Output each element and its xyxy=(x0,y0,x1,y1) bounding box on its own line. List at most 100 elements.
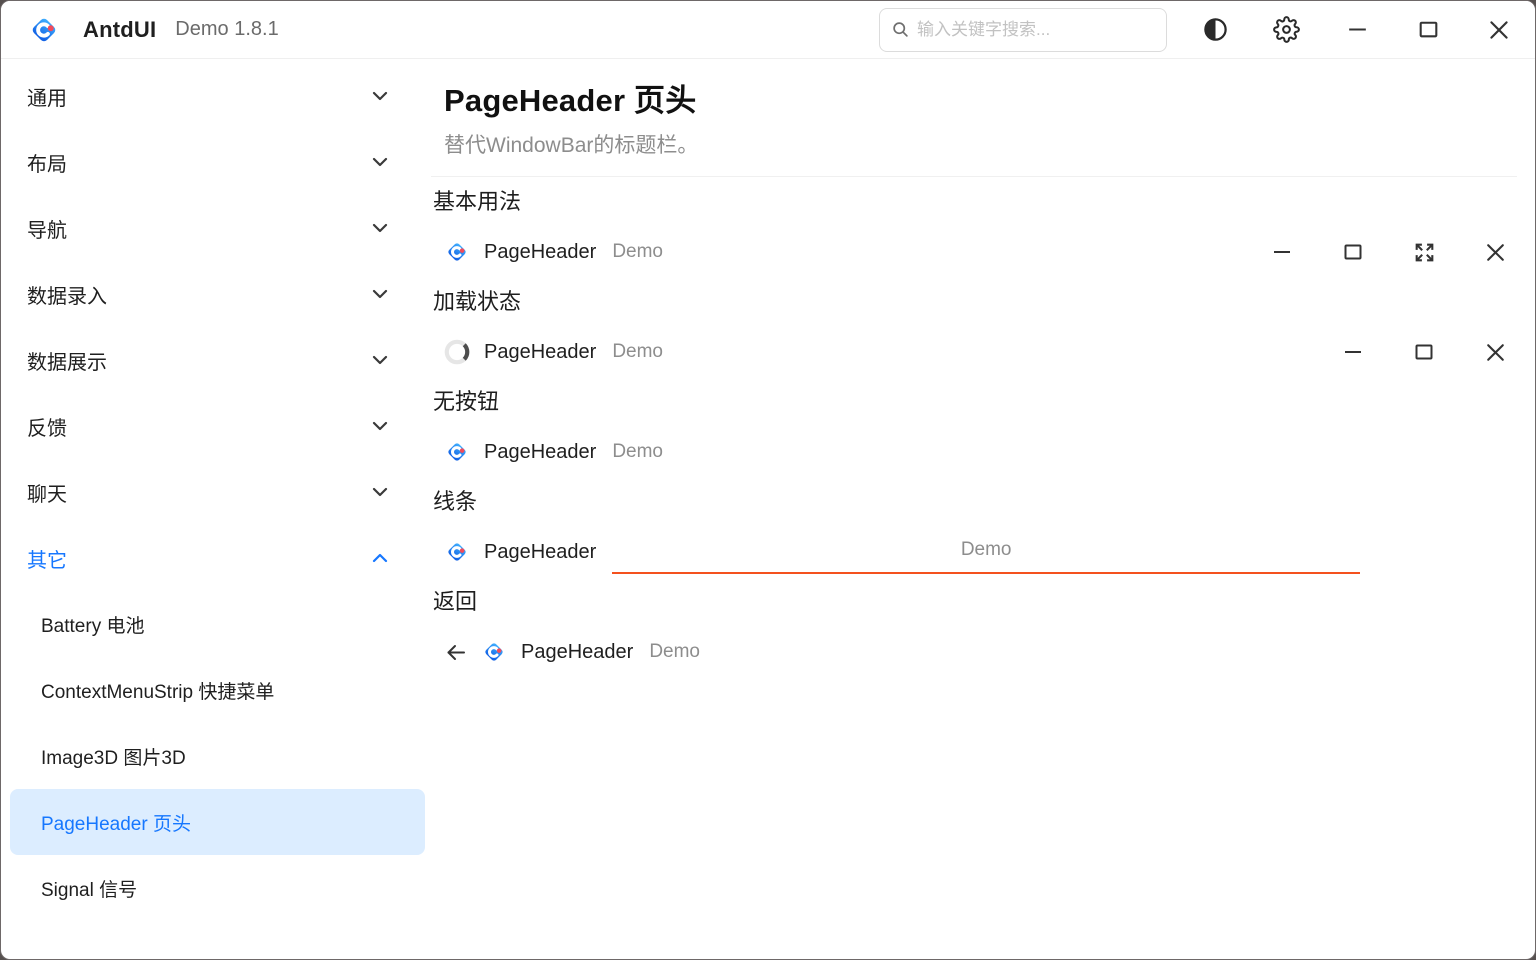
section-heading-basic: 基本用法 xyxy=(431,177,1517,227)
titlebar: AntdUI Demo 1.8.1 xyxy=(1,1,1535,59)
sidebar-group-label: 导航 xyxy=(27,214,369,243)
section-heading-back: 返回 xyxy=(431,577,1517,627)
contrast-icon xyxy=(1202,16,1229,43)
sidebar-group-data-display[interactable]: 数据展示 xyxy=(1,327,431,393)
demo-title: PageHeader xyxy=(484,241,596,264)
pageheader-demo-basic: PageHeader Demo xyxy=(431,227,1517,277)
titlebar-buttons xyxy=(1193,8,1521,52)
demo-subtext: Demo xyxy=(612,341,663,363)
sidebar-group-other[interactable]: 其它 xyxy=(1,525,431,591)
page-subtitle: 替代WindowBar的标题栏。 xyxy=(444,129,1517,159)
pageheader-demo-back: PageHeader Demo xyxy=(431,627,1517,677)
section-heading-line: 线条 xyxy=(431,477,1517,527)
chevron-down-icon xyxy=(369,85,391,107)
section-heading-loading: 加载状态 xyxy=(431,277,1517,327)
demo-underline: Demo xyxy=(612,527,1360,574)
window-close-button[interactable] xyxy=(1477,8,1521,52)
search-input[interactable] xyxy=(917,20,1154,40)
window-minimize-button[interactable] xyxy=(1335,8,1379,52)
pageheader-demo-loading: PageHeader Demo xyxy=(431,327,1517,377)
chevron-down-icon xyxy=(369,151,391,173)
maximize-icon xyxy=(1416,17,1441,42)
sidebar-item-label: Battery 电池 xyxy=(41,611,144,638)
demo-fullscreen-button[interactable] xyxy=(1402,230,1446,274)
fullscreen-icon xyxy=(1412,240,1437,265)
page-title: PageHeader 页头 xyxy=(444,75,1517,120)
sidebar-group-label: 数据录入 xyxy=(27,280,369,309)
app-version: Demo 1.8.1 xyxy=(175,18,278,41)
demo-logo-icon xyxy=(444,539,470,565)
sidebar-group-chat[interactable]: 聊天 xyxy=(1,459,431,525)
gear-icon xyxy=(1273,16,1300,43)
back-arrow-icon xyxy=(444,640,468,665)
minimize-icon xyxy=(1270,240,1294,264)
demo-subtext: Demo xyxy=(649,641,700,663)
sidebar-item-contextmenustrip[interactable]: ContextMenuStrip 快捷菜单 xyxy=(1,657,431,723)
sidebar-group-data-entry[interactable]: 数据录入 xyxy=(1,261,431,327)
demo-window-buttons xyxy=(1260,230,1517,274)
demo-logo-icon xyxy=(481,639,507,665)
sidebar-group-label: 其它 xyxy=(27,544,369,573)
chevron-down-icon xyxy=(369,217,391,239)
demo-subtext: Demo xyxy=(612,441,663,463)
content-panel: PageHeader 页头 替代WindowBar的标题栏。 基本用法 Page… xyxy=(431,59,1535,959)
sidebar-group-navigation[interactable]: 导航 xyxy=(1,195,431,261)
demo-subtext: Demo xyxy=(612,241,663,263)
minimize-icon xyxy=(1341,340,1365,364)
main-layout: 通用 布局 导航 数据录入 数据展示 反馈 xyxy=(1,59,1535,959)
demo-close-button[interactable] xyxy=(1473,230,1517,274)
maximize-icon xyxy=(1341,240,1365,264)
close-icon xyxy=(1486,17,1512,43)
chevron-down-icon xyxy=(369,481,391,503)
demo-logo-icon xyxy=(444,239,470,265)
demo-logo-icon xyxy=(444,439,470,465)
chevron-down-icon xyxy=(369,415,391,437)
demo-subtext: Demo xyxy=(961,539,1012,561)
chevron-down-icon xyxy=(369,349,391,371)
settings-button[interactable] xyxy=(1264,8,1308,52)
maximize-icon xyxy=(1412,340,1436,364)
demo-maximize-button[interactable] xyxy=(1331,230,1375,274)
demo-back-button[interactable] xyxy=(444,640,468,664)
demo-title: PageHeader xyxy=(484,341,596,364)
theme-toggle-button[interactable] xyxy=(1193,8,1237,52)
demo-title: PageHeader xyxy=(521,641,633,664)
pageheader-demo-nobuttons: PageHeader Demo xyxy=(431,427,1517,477)
section-heading-nobuttons: 无按钮 xyxy=(431,377,1517,427)
search-box[interactable] xyxy=(879,8,1167,52)
app-logo-icon xyxy=(27,13,61,47)
sidebar-item-label: Signal 信号 xyxy=(41,875,137,902)
sidebar-item-image3d[interactable]: Image3D 图片3D xyxy=(1,723,431,789)
demo-minimize-button[interactable] xyxy=(1260,230,1304,274)
sidebar-group-general[interactable]: 通用 xyxy=(1,63,431,129)
app-window: AntdUI Demo 1.8.1 xyxy=(0,0,1536,960)
sidebar-group-label: 数据展示 xyxy=(27,346,369,375)
demo-maximize-button[interactable] xyxy=(1402,330,1446,374)
chevron-up-icon xyxy=(369,547,391,569)
sidebar-group-feedback[interactable]: 反馈 xyxy=(1,393,431,459)
demo-window-buttons xyxy=(1331,330,1517,374)
sidebar-item-label: Image3D 图片3D xyxy=(41,743,186,770)
search-icon xyxy=(892,21,909,38)
window-maximize-button[interactable] xyxy=(1406,8,1450,52)
sidebar-item-signal[interactable]: Signal 信号 xyxy=(1,855,431,921)
sidebar-group-label: 通用 xyxy=(27,82,369,111)
chevron-down-icon xyxy=(369,283,391,305)
app-title: AntdUI xyxy=(83,17,156,43)
demo-title: PageHeader xyxy=(484,441,596,464)
sidebar-group-label: 布局 xyxy=(27,148,369,177)
close-icon xyxy=(1483,340,1508,365)
sidebar-group-label: 聊天 xyxy=(27,478,369,507)
sidebar-group-layout[interactable]: 布局 xyxy=(1,129,431,195)
page-head: PageHeader 页头 替代WindowBar的标题栏。 xyxy=(431,59,1517,159)
sidebar-item-pageheader[interactable]: PageHeader 页头 xyxy=(10,789,425,855)
sidebar-item-label: ContextMenuStrip 快捷菜单 xyxy=(41,677,274,704)
demo-title: PageHeader xyxy=(484,541,596,564)
loading-spinner-icon xyxy=(444,339,470,365)
sidebar: 通用 布局 导航 数据录入 数据展示 反馈 xyxy=(1,59,431,959)
close-icon xyxy=(1483,240,1508,265)
sidebar-item-battery[interactable]: Battery 电池 xyxy=(1,591,431,657)
sidebar-group-label: 反馈 xyxy=(27,412,369,441)
demo-minimize-button[interactable] xyxy=(1331,330,1375,374)
demo-close-button[interactable] xyxy=(1473,330,1517,374)
